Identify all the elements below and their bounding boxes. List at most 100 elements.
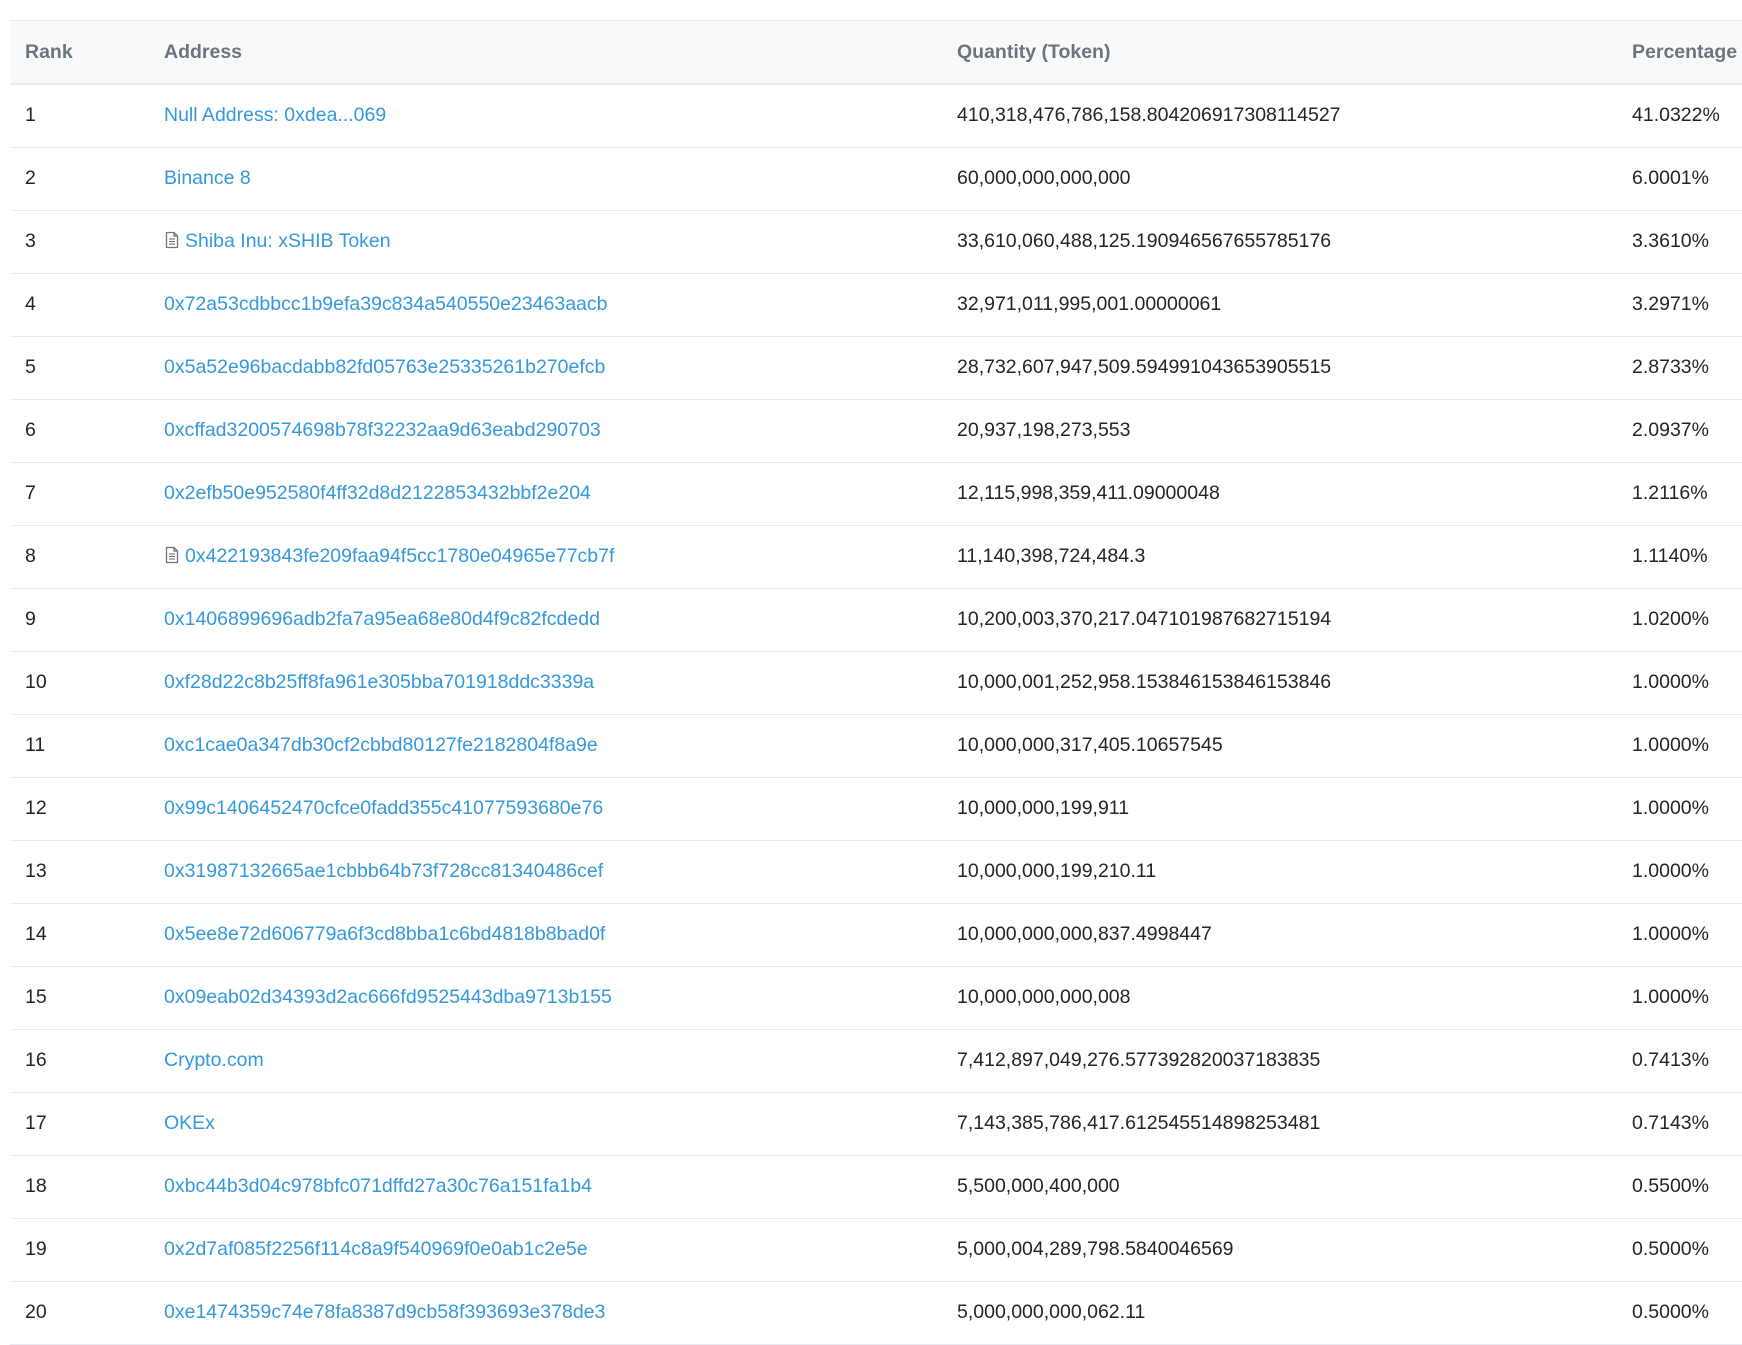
holder-address-link[interactable]: 0x99c1406452470cfce0fadd355c41077593680e… — [164, 797, 603, 819]
percentage-cell: 1.0000% — [1632, 651, 1742, 715]
percentage-cell: 3.2971% — [1632, 273, 1742, 337]
holder-address-link[interactable]: 0x2efb50e952580f4ff32d8d2122853432bbf2e2… — [164, 482, 591, 504]
percentage-cell: 0.5000% — [1632, 1218, 1742, 1282]
quantity-cell: 60,000,000,000,000 — [957, 147, 1632, 211]
holder-address-link[interactable]: Shiba Inu: xSHIB Token — [185, 230, 391, 252]
address-cell: Crypto.com — [164, 1029, 957, 1093]
address-cell: 0x99c1406452470cfce0fadd355c41077593680e… — [164, 777, 957, 841]
table-row: 14 0x5ee8e72d606779a6f3cd8bba1c6bd4818b8b… — [10, 903, 1742, 967]
table-row: 9 0x1406899696adb2fa7a95ea68e80d4f9c82fcd… — [10, 588, 1742, 652]
quantity-cell: 410,318,476,786,158.804206917308114527 — [957, 84, 1632, 148]
address-cell: 0x2efb50e952580f4ff32d8d2122853432bbf2e2… — [164, 462, 957, 526]
table-row: 2 Binance 8 60,000,000,000,000 6.0001% — [10, 147, 1742, 211]
address-cell: 0xe1474359c74e78fa8387d9cb58f393693e378d… — [164, 1281, 957, 1345]
holder-address-link[interactable]: 0xe1474359c74e78fa8387d9cb58f393693e378d… — [164, 1301, 605, 1323]
column-header-address: Address — [164, 21, 957, 85]
table-row: 20 0xe1474359c74e78fa8387d9cb58f393693e37… — [10, 1281, 1742, 1345]
address-cell: Binance 8 — [164, 147, 957, 211]
rank-cell: 15 — [10, 966, 164, 1030]
column-header-rank: Rank — [10, 21, 164, 85]
rank-cell: 18 — [10, 1155, 164, 1219]
holder-address-link[interactable]: 0x422193843fe209faa94f5cc1780e04965e77cb… — [185, 545, 614, 567]
rank-cell: 4 — [10, 273, 164, 337]
percentage-cell: 3.3610% — [1632, 210, 1742, 274]
address-cell: 0xf28d22c8b25ff8fa961e305bba701918ddc333… — [164, 651, 957, 715]
table-row: 11 0xc1cae0a347db30cf2cbbd80127fe2182804f… — [10, 714, 1742, 778]
table-row: 10 0xf28d22c8b25ff8fa961e305bba701918ddc3… — [10, 651, 1742, 715]
quantity-cell: 28,732,607,947,509.594991043653905515 — [957, 336, 1632, 400]
quantity-cell: 11,140,398,724,484.3 — [957, 525, 1632, 589]
holder-address-link[interactable]: 0xc1cae0a347db30cf2cbbd80127fe2182804f8a… — [164, 734, 598, 756]
rank-cell: 2 — [10, 147, 164, 211]
rank-cell: 20 — [10, 1281, 164, 1345]
percentage-cell: 1.0000% — [1632, 714, 1742, 778]
table-row: 12 0x99c1406452470cfce0fadd355c4107759368… — [10, 777, 1742, 841]
holder-address-link[interactable]: 0x31987132665ae1cbbb64b73f728cc81340486c… — [164, 860, 603, 882]
table-row: 3 Shiba Inu: xSHIB Token 33,610,060,488,12… — [10, 210, 1742, 274]
table-row: 17 OKEx 7,143,385,786,417.6125455148982534… — [10, 1092, 1742, 1156]
percentage-cell: 1.0000% — [1632, 840, 1742, 904]
quantity-cell: 10,000,000,199,210.11 — [957, 840, 1632, 904]
holder-address-link[interactable]: 0x2d7af085f2256f114c8a9f540969f0e0ab1c2e… — [164, 1238, 588, 1260]
quantity-cell: 10,000,000,000,008 — [957, 966, 1632, 1030]
holder-address-link[interactable]: 0xbc44b3d04c978bfc071dffd27a30c76a151fa1… — [164, 1175, 592, 1197]
holder-address-link[interactable]: 0xf28d22c8b25ff8fa961e305bba701918ddc333… — [164, 671, 594, 693]
table-row: 7 0x2efb50e952580f4ff32d8d2122853432bbf2e… — [10, 462, 1742, 526]
header-row: Rank Address Quantity (Token) Percentage — [10, 21, 1742, 85]
percentage-cell: 0.7143% — [1632, 1092, 1742, 1156]
table-row: 4 0x72a53cdbbcc1b9efa39c834a540550e23463a… — [10, 273, 1742, 337]
quantity-cell: 10,000,000,199,911 — [957, 777, 1632, 841]
percentage-cell: 2.8733% — [1632, 336, 1742, 400]
quantity-cell: 33,610,060,488,125.190946567655785176 — [957, 210, 1632, 274]
holder-address-link[interactable]: 0x09eab02d34393d2ac666fd9525443dba9713b1… — [164, 986, 612, 1008]
address-cell: 0xcffad3200574698b78f32232aa9d63eabd2907… — [164, 399, 957, 463]
percentage-cell: 6.0001% — [1632, 147, 1742, 211]
percentage-cell: 1.0000% — [1632, 777, 1742, 841]
rank-cell: 9 — [10, 588, 164, 652]
table-row: 6 0xcffad3200574698b78f32232aa9d63eabd290… — [10, 399, 1742, 463]
address-cell: 0x2d7af085f2256f114c8a9f540969f0e0ab1c2e… — [164, 1218, 957, 1282]
column-header-quantity: Quantity (Token) — [957, 21, 1632, 85]
rank-cell: 5 — [10, 336, 164, 400]
address-cell: 0x1406899696adb2fa7a95ea68e80d4f9c82fcde… — [164, 588, 957, 652]
quantity-cell: 12,115,998,359,411.09000048 — [957, 462, 1632, 526]
quantity-cell: 7,143,385,786,417.612545514898253481 — [957, 1092, 1632, 1156]
quantity-cell: 10,200,003,370,217.047101987682715194 — [957, 588, 1632, 652]
address-cell: 0xbc44b3d04c978bfc071dffd27a30c76a151fa1… — [164, 1155, 957, 1219]
rank-cell: 1 — [10, 84, 164, 148]
rank-cell: 6 — [10, 399, 164, 463]
rank-cell: 3 — [10, 210, 164, 274]
table-row: 18 0xbc44b3d04c978bfc071dffd27a30c76a151f… — [10, 1155, 1742, 1219]
address-cell: 0x31987132665ae1cbbb64b73f728cc81340486c… — [164, 840, 957, 904]
holder-address-link[interactable]: 0xcffad3200574698b78f32232aa9d63eabd2907… — [164, 419, 601, 441]
rank-cell: 7 — [10, 462, 164, 526]
percentage-cell: 41.0322% — [1632, 84, 1742, 148]
table-row: 16 Crypto.com 7,412,897,049,276.5773928200… — [10, 1029, 1742, 1093]
percentage-cell: 1.1140% — [1632, 525, 1742, 589]
holder-address-link[interactable]: 0x1406899696adb2fa7a95ea68e80d4f9c82fcde… — [164, 608, 600, 630]
contract-document-icon — [164, 231, 180, 249]
address-cell: 0xc1cae0a347db30cf2cbbd80127fe2182804f8a… — [164, 714, 957, 778]
quantity-cell: 10,000,000,317,405.10657545 — [957, 714, 1632, 778]
address-cell: OKEx — [164, 1092, 957, 1156]
address-cell: 0x5ee8e72d606779a6f3cd8bba1c6bd4818b8bad… — [164, 903, 957, 967]
address-cell: 0x5a52e96bacdabb82fd05763e25335261b270ef… — [164, 336, 957, 400]
holder-address-link[interactable]: 0x72a53cdbbcc1b9efa39c834a540550e23463aa… — [164, 293, 608, 315]
holder-address-link[interactable]: 0x5ee8e72d606779a6f3cd8bba1c6bd4818b8bad… — [164, 923, 605, 945]
rank-cell: 8 — [10, 525, 164, 589]
holder-address-link[interactable]: Null Address: 0xdea...069 — [164, 104, 386, 126]
holder-address-link[interactable]: OKEx — [164, 1112, 215, 1134]
holder-address-link[interactable]: Binance 8 — [164, 167, 251, 189]
quantity-cell: 32,971,011,995,001.00000061 — [957, 273, 1632, 337]
rank-cell: 17 — [10, 1092, 164, 1156]
address-cell: 0x72a53cdbbcc1b9efa39c834a540550e23463aa… — [164, 273, 957, 337]
percentage-cell: 1.0200% — [1632, 588, 1742, 652]
holder-address-link[interactable]: Crypto.com — [164, 1049, 264, 1071]
table-body: 1 Null Address: 0xdea...069 410,318,476,78… — [10, 84, 1742, 1345]
percentage-cell: 0.5000% — [1632, 1281, 1742, 1345]
table-header: Rank Address Quantity (Token) Percentage — [10, 21, 1742, 85]
holder-address-link[interactable]: 0x5a52e96bacdabb82fd05763e25335261b270ef… — [164, 356, 605, 378]
table-row: 5 0x5a52e96bacdabb82fd05763e25335261b270e… — [10, 336, 1742, 400]
table-row: 13 0x31987132665ae1cbbb64b73f728cc8134048… — [10, 840, 1742, 904]
percentage-cell: 1.2116% — [1632, 462, 1742, 526]
